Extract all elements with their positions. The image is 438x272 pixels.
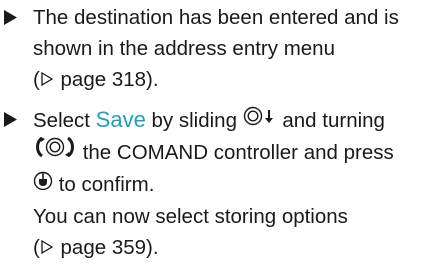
- page-reference-arrow-icon: [41, 64, 54, 95]
- item-text-line: shown in the address entry menu: [33, 37, 335, 60]
- line3-rest: to confirm.: [53, 173, 155, 197]
- list-item: Select Save by sliding and turning the C…: [0, 104, 438, 263]
- save-menu-item-label: Save: [95, 107, 146, 132]
- item-text-line: the COMAND controller and press: [33, 136, 438, 169]
- item-text-line: You can now select storing options: [33, 205, 348, 229]
- controller-press-icon: [33, 168, 53, 199]
- bullet-triangle-icon: [4, 104, 24, 135]
- select-mid: by sliding: [145, 109, 243, 132]
- page-reference: ( page 318).: [33, 64, 438, 95]
- ref-open: (: [33, 236, 40, 260]
- controller-slide-down-icon: [243, 104, 277, 135]
- select-prefix: Select: [33, 109, 96, 132]
- item-text-line: The destination has been entered and is: [33, 6, 399, 29]
- list-item: The destination has been entered and is …: [0, 2, 438, 95]
- select-end: and turning: [276, 109, 385, 132]
- item-text-line: Select Save by sliding and turning: [33, 104, 438, 137]
- instruction-text: The destination has been entered and is …: [0, 2, 438, 272]
- bullet-triangle-icon: [4, 2, 24, 33]
- ref-open: (: [33, 68, 40, 91]
- line2-rest: the COMAND controller and press: [77, 141, 394, 165]
- page-reference-arrow-icon: [41, 232, 54, 263]
- ref-text: page 359).: [54, 236, 159, 260]
- item-text-line: to confirm.: [33, 169, 438, 201]
- controller-turn-icon: [33, 136, 77, 167]
- ref-text: page 318).: [54, 68, 159, 91]
- page-reference: ( page 359).: [33, 232, 438, 263]
